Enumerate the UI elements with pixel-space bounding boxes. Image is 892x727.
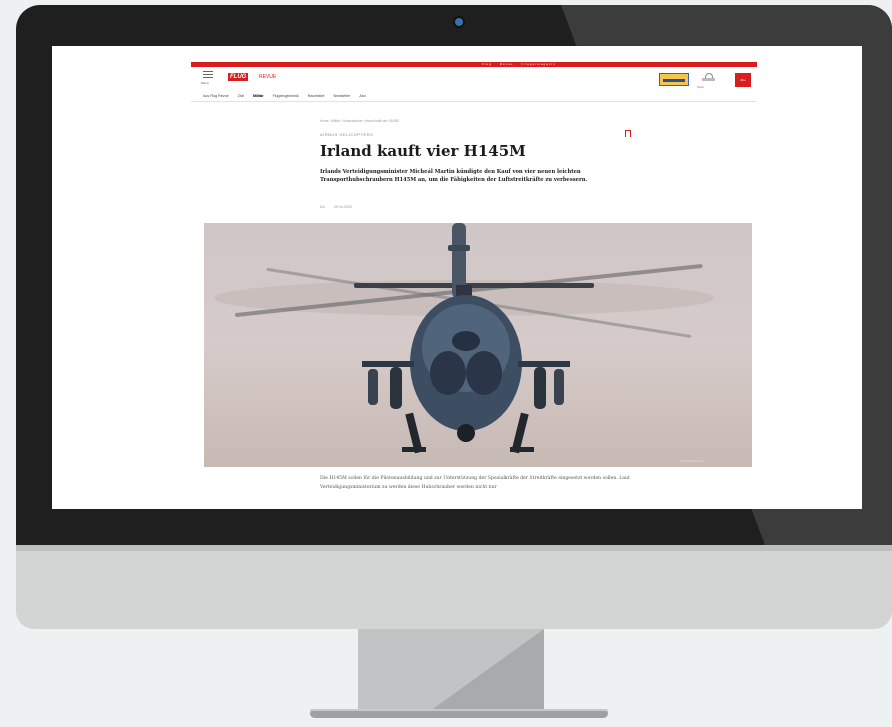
- monitor-stand-base: [310, 711, 608, 718]
- top-link[interactable]: Revue: [500, 62, 514, 66]
- nav-item[interactable]: Zivil: [238, 94, 244, 98]
- breadcrumb[interactable]: Home › Militär › Hubschrauber › Irland k…: [320, 119, 398, 123]
- article-byline: KA 09.04.2025: [320, 205, 360, 209]
- hero-image-helicopter: [204, 223, 752, 467]
- top-link[interactable]: Flug: [482, 62, 492, 66]
- shop-label[interactable]: Shop: [697, 85, 704, 89]
- nav-item[interactable]: Aus Flug Revue: [203, 94, 229, 98]
- nav-item[interactable]: Raumfahrt: [308, 94, 325, 98]
- browser-screen: Flug Revue Fliegermagazin Menü FLUG REVU…: [52, 46, 862, 509]
- promo-banner[interactable]: [659, 73, 689, 86]
- site-logo-sub[interactable]: REVUE: [259, 74, 276, 81]
- menu-label[interactable]: Menü: [201, 81, 209, 85]
- helicopter-illustration: [214, 223, 714, 454]
- nav-item-active[interactable]: Militär: [253, 94, 264, 98]
- monitor-chin: [16, 545, 892, 629]
- article-body: Die H145M sollen für die Pilotenausbildu…: [320, 476, 630, 490]
- bookmark-icon[interactable]: [625, 130, 631, 137]
- nav-item[interactable]: Newsletter: [334, 94, 351, 98]
- top-link[interactable]: Fliegermagazin: [521, 62, 556, 66]
- site-logo[interactable]: FLUG: [228, 73, 249, 81]
- shopping-bag-icon[interactable]: [702, 73, 716, 83]
- article-title: Irland kauft vier H145M: [320, 142, 526, 160]
- nav-item[interactable]: Flugzeugtechnik: [273, 94, 299, 98]
- chin-shadow: [16, 545, 892, 551]
- top-links: Flug Revue Fliegermagazin: [482, 62, 562, 67]
- webcam-icon: [455, 18, 463, 26]
- nav-item[interactable]: Abo: [359, 94, 365, 98]
- author[interactable]: KA: [320, 205, 325, 209]
- main-nav: Aus Flug Revue Zivil Militär Flugzeugtec…: [203, 94, 374, 98]
- article-lead: Irlands Verteidigungsminister Micheál Ma…: [320, 169, 588, 183]
- top-red-bar: [191, 62, 757, 67]
- hamburger-menu-icon[interactable]: [203, 71, 213, 79]
- publish-date: 09.04.2025: [333, 205, 352, 209]
- image-credit: Airbus Helicopters: [679, 459, 704, 463]
- nav-divider: [191, 101, 757, 102]
- abo-button[interactable]: Abo: [735, 73, 751, 87]
- article-kicker: AIRBUS HELICOPTERS: [320, 132, 374, 137]
